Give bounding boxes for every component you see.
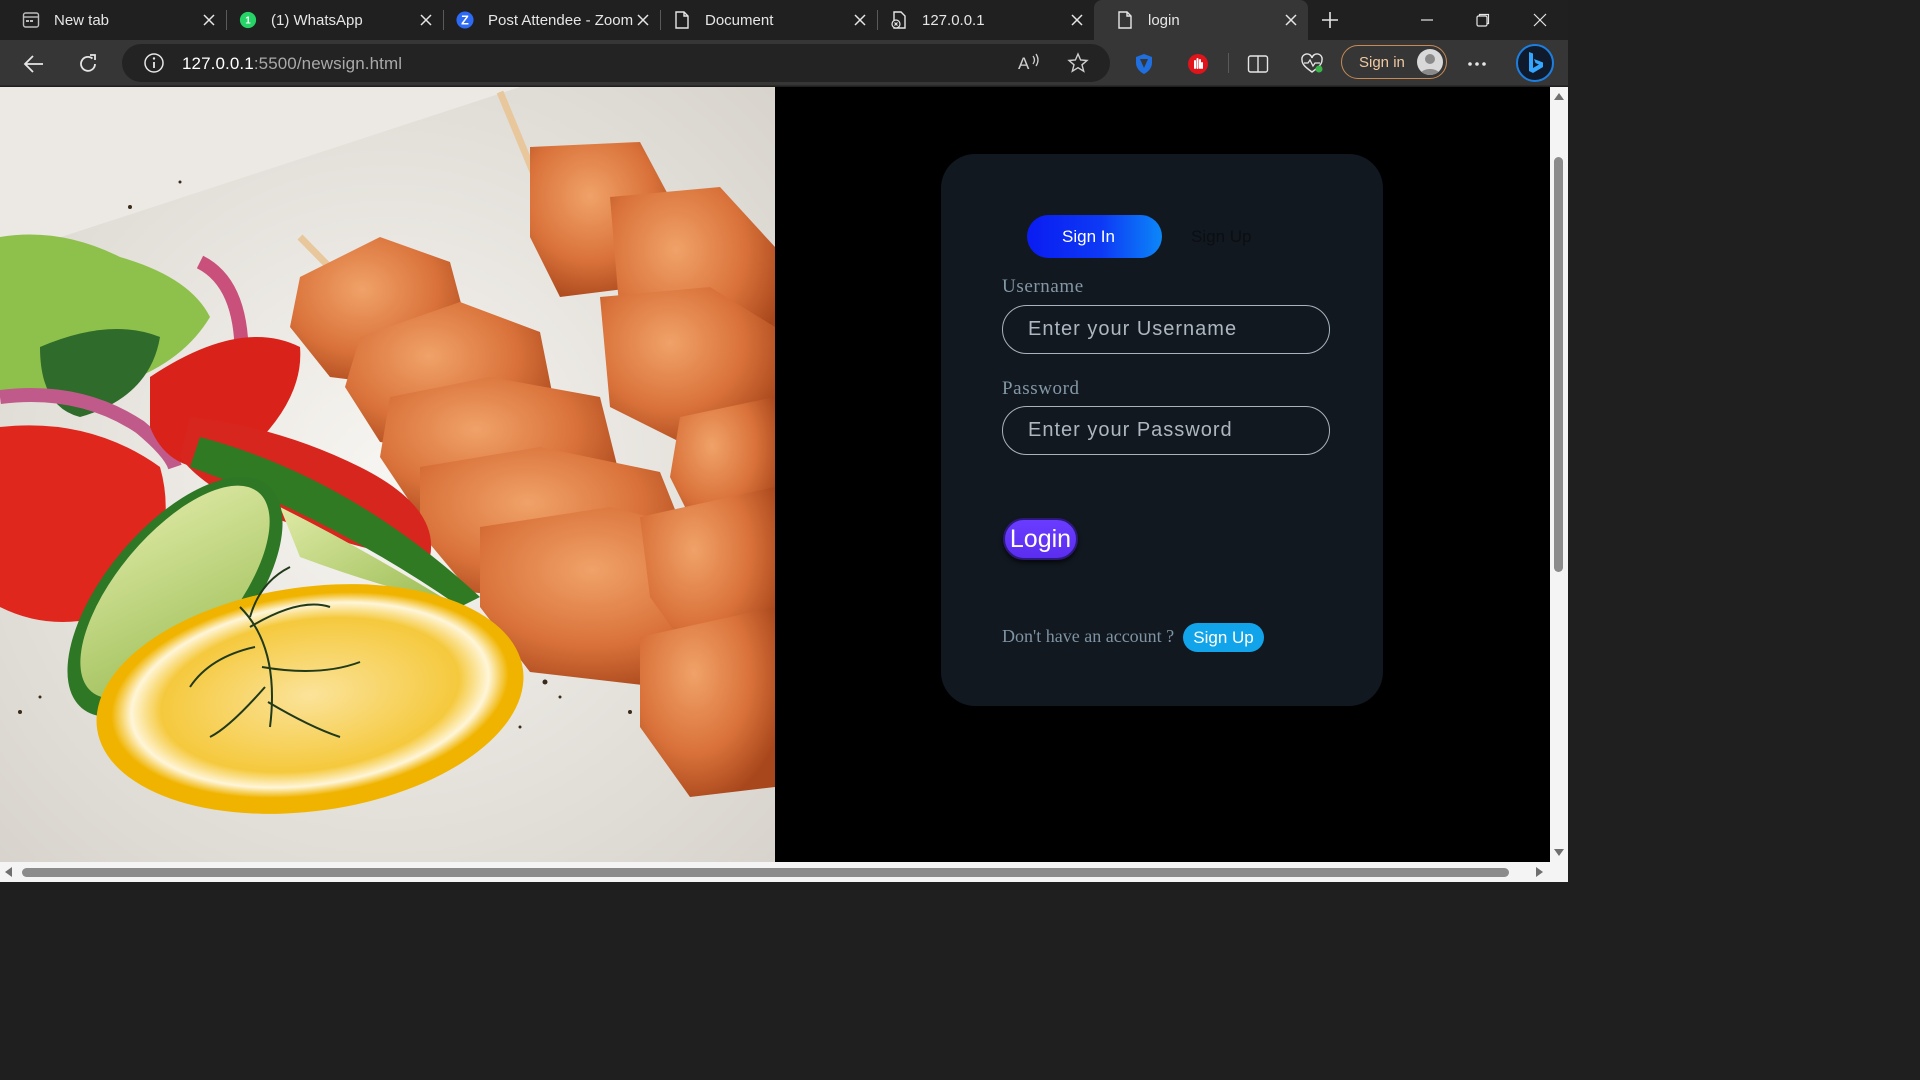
- minimize-button[interactable]: [1399, 0, 1455, 40]
- tab-strip: New tab 1 (1) WhatsApp Z Post Attendee -…: [0, 0, 1568, 40]
- signin-label: Sign in: [1359, 53, 1405, 71]
- profile-signin-button[interactable]: Sign in: [1341, 45, 1447, 79]
- adblock-hand-icon[interactable]: [1182, 48, 1214, 80]
- tab-zoom[interactable]: Z Post Attendee - Zoom: [434, 0, 660, 40]
- tab-title: login: [1148, 11, 1180, 29]
- tab-title: (1) WhatsApp: [271, 11, 363, 29]
- address-bar[interactable]: 127.0.0.1:5500/newsign.html A: [122, 44, 1110, 82]
- vertical-scroll-thumb[interactable]: [1554, 157, 1563, 572]
- tab-newtab[interactable]: New tab: [0, 0, 226, 40]
- tab-login[interactable]: login: [1094, 0, 1308, 40]
- browser-toolbar: 127.0.0.1:5500/newsign.html A Sign in: [0, 40, 1568, 86]
- tab-document[interactable]: Document: [651, 0, 877, 40]
- avatar-icon: [1417, 49, 1443, 75]
- toolbar-separator: [1228, 53, 1229, 73]
- username-label: Username: [1002, 276, 1084, 297]
- toggle-signup-button[interactable]: Sign Up: [1191, 227, 1251, 247]
- url-path: :5500/newsign.html: [253, 54, 403, 73]
- document-icon: [673, 11, 691, 29]
- signup-link-button[interactable]: Sign Up: [1183, 623, 1264, 652]
- scroll-right-icon[interactable]: [1536, 867, 1543, 877]
- info-icon[interactable]: [143, 52, 165, 79]
- tab-whatsapp[interactable]: 1 (1) WhatsApp: [217, 0, 443, 40]
- tab-localhost[interactable]: 127.0.0.1: [868, 0, 1094, 40]
- svg-text:Z: Z: [461, 14, 469, 28]
- login-card: Sign In Sign Up Username Password Login …: [941, 154, 1383, 706]
- password-input[interactable]: [1002, 406, 1330, 455]
- url-host: 127.0.0.1: [182, 54, 254, 73]
- browser-essentials-icon[interactable]: [1296, 48, 1328, 80]
- password-label: Password: [1002, 378, 1080, 399]
- more-options-icon[interactable]: [1461, 48, 1493, 80]
- tab-title: Document: [705, 11, 774, 29]
- restore-button[interactable]: [1455, 0, 1511, 40]
- close-icon[interactable]: [851, 11, 869, 29]
- file-error-icon: [890, 11, 908, 29]
- username-input[interactable]: [1002, 305, 1330, 354]
- bing-copilot-icon[interactable]: [1516, 44, 1554, 82]
- document-icon: [1116, 11, 1134, 29]
- read-aloud-icon[interactable]: A: [1018, 52, 1042, 79]
- horizontal-scrollbar[interactable]: [0, 862, 1568, 882]
- favorite-star-icon[interactable]: [1067, 52, 1089, 79]
- food-photo: [0, 87, 775, 862]
- svg-text:1: 1: [245, 16, 251, 27]
- close-icon[interactable]: [1068, 11, 1086, 29]
- vpn-shield-icon[interactable]: [1128, 48, 1160, 80]
- close-icon[interactable]: [1282, 11, 1300, 29]
- page-viewport: Sign In Sign Up Username Password Login …: [0, 87, 1550, 862]
- close-icon[interactable]: [200, 11, 218, 29]
- split-screen-icon[interactable]: [1242, 48, 1274, 80]
- tab-title: Post Attendee - Zoom: [488, 11, 634, 29]
- account-prompt: Don't have an account ?: [1002, 626, 1175, 646]
- login-button[interactable]: Login: [1003, 518, 1078, 560]
- close-icon[interactable]: [634, 11, 652, 29]
- back-button[interactable]: [18, 48, 50, 80]
- scroll-up-icon[interactable]: [1554, 93, 1564, 100]
- newtab-icon: [22, 11, 40, 29]
- whatsapp-icon: 1: [239, 11, 257, 29]
- reload-button[interactable]: [72, 48, 104, 80]
- toggle-signin-button[interactable]: Sign In: [1027, 215, 1162, 258]
- new-tab-button[interactable]: [1302, 0, 1358, 40]
- zoom-icon: Z: [456, 11, 474, 29]
- scroll-left-icon[interactable]: [5, 867, 12, 877]
- horizontal-scroll-thumb[interactable]: [22, 868, 1509, 877]
- url-text[interactable]: 127.0.0.1:5500/newsign.html: [182, 54, 402, 74]
- tab-title: New tab: [54, 11, 110, 29]
- vertical-scrollbar[interactable]: [1550, 87, 1568, 862]
- close-window-button[interactable]: [1512, 0, 1568, 40]
- svg-text:A: A: [1018, 54, 1030, 73]
- tab-title: 127.0.0.1: [922, 11, 985, 29]
- close-icon[interactable]: [417, 11, 435, 29]
- scroll-down-icon[interactable]: [1554, 849, 1564, 856]
